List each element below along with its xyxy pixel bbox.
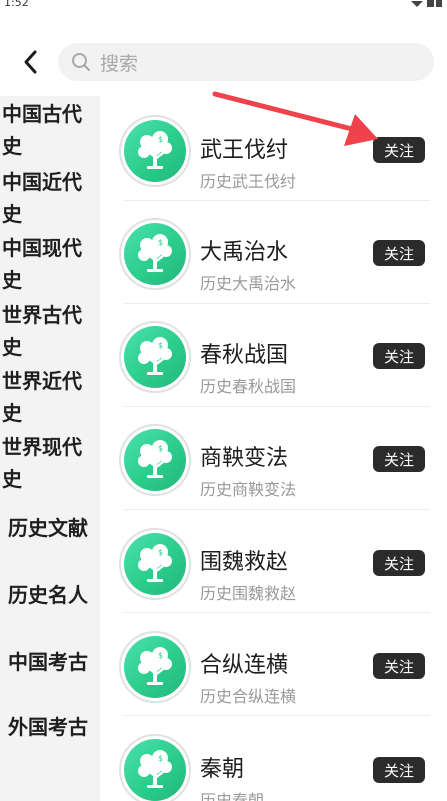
svg-text:$: $ [158,754,163,763]
topic-subtitle: 历史围魏救赵 [200,584,297,603]
list-item[interactable]: $ 大禹治水 历史大禹治水 关注 [100,200,447,304]
topic-title: 围魏救赵 [200,550,289,575]
money-tree-icon: $ [138,440,172,478]
topic-subtitle: 历史合纵连横 [200,687,297,706]
follow-button[interactable]: 关注 [373,653,425,679]
svg-text:$: $ [158,651,163,660]
topic-title: 春秋战国 [200,343,289,368]
sidebar-item-chinese-modern-history[interactable]: 中国近代史 [2,166,88,230]
back-button[interactable] [14,46,46,78]
follow-button[interactable]: 关注 [373,240,425,266]
svg-text:$: $ [158,341,163,350]
money-tree-icon: $ [138,750,172,788]
sidebar-item-world-ancient-history[interactable]: 世界古代史 [2,299,88,363]
topic-title: 武王伐纣 [200,138,289,163]
topic-subtitle: 历史武王伐纣 [200,172,297,191]
svg-text:$: $ [158,135,163,144]
topic-avatar: $ [119,734,191,801]
topic-avatar: $ [119,424,191,496]
sidebar-item-foreign-archaeology[interactable]: 外国考古 [0,711,96,743]
search-placeholder: 搜索 [100,52,139,75]
svg-text:$: $ [158,238,163,247]
follow-button[interactable]: 关注 [373,137,425,163]
sidebar-item-chinese-contemporary-history[interactable]: 中国现代史 [2,232,88,296]
search-input[interactable]: 搜索 [58,43,434,81]
signal-battery-icon [411,0,442,7]
list-item[interactable]: $ 武王伐纣 历史武王伐纣 关注 [100,96,447,201]
follow-button[interactable]: 关注 [373,550,425,576]
topic-title: 合纵连横 [200,653,289,678]
topic-avatar: $ [119,218,191,290]
sidebar-item-historical-figures[interactable]: 历史名人 [0,579,96,611]
topic-title: 秦朝 [200,757,245,782]
sidebar-item-chinese-archaeology[interactable]: 中国考古 [0,646,96,678]
list-item[interactable]: $ 春秋战国 历史春秋战国 关注 [100,303,447,407]
topic-avatar: $ [119,321,191,393]
list-item[interactable]: $ 合纵连横 历史合纵连横 关注 [100,612,447,716]
money-tree-icon: $ [138,544,172,582]
sidebar-item-historical-documents[interactable]: 历史文献 [0,512,96,544]
topic-title: 大禹治水 [200,240,289,265]
svg-text:$: $ [158,548,163,557]
topic-subtitle: 历史秦朝 [200,791,265,801]
svg-text:$: $ [158,444,163,453]
list-item[interactable]: $ 商鞅变法 历史商鞅变法 关注 [100,406,447,510]
follow-button[interactable]: 关注 [373,757,425,783]
topic-subtitle: 历史春秋战国 [200,377,297,396]
sidebar-item-world-modern-history[interactable]: 世界近代史 [2,365,88,429]
list-item[interactable]: $ 秦朝 历史秦朝 关注 [100,715,447,801]
status-time: 1:52 [4,0,29,9]
topic-avatar: $ [119,115,191,187]
sidebar-item-chinese-ancient-history[interactable]: 中国古代史 [2,98,88,162]
sidebar-item-world-contemporary-history[interactable]: 世界现代史 [2,431,88,495]
top-bar: 搜索 [0,40,447,84]
money-tree-icon: $ [138,337,172,375]
category-sidebar: 中国古代史 中国近代史 中国现代史 世界古代史 世界近代史 世界现代史 历史文献… [0,96,100,801]
follow-button[interactable]: 关注 [373,343,425,369]
topic-subtitle: 历史大禹治水 [200,274,297,293]
money-tree-icon: $ [138,647,172,685]
list-item[interactable]: $ 围魏救赵 历史围魏救赵 关注 [100,509,447,613]
money-tree-icon: $ [138,131,172,169]
topic-subtitle: 历史商鞅变法 [200,480,297,499]
topic-avatar: $ [119,528,191,600]
money-tree-icon: $ [138,234,172,272]
chevron-left-icon [24,50,37,74]
topic-list: $ 武王伐纣 历史武王伐纣 关注 $ 大禹治水 历史大禹治水 关注 $ 春秋战国… [100,96,447,801]
status-bar: 1:52 [0,0,447,14]
follow-button[interactable]: 关注 [373,446,425,472]
topic-avatar: $ [119,631,191,703]
search-icon [72,53,90,71]
topic-title: 商鞅变法 [200,446,289,471]
